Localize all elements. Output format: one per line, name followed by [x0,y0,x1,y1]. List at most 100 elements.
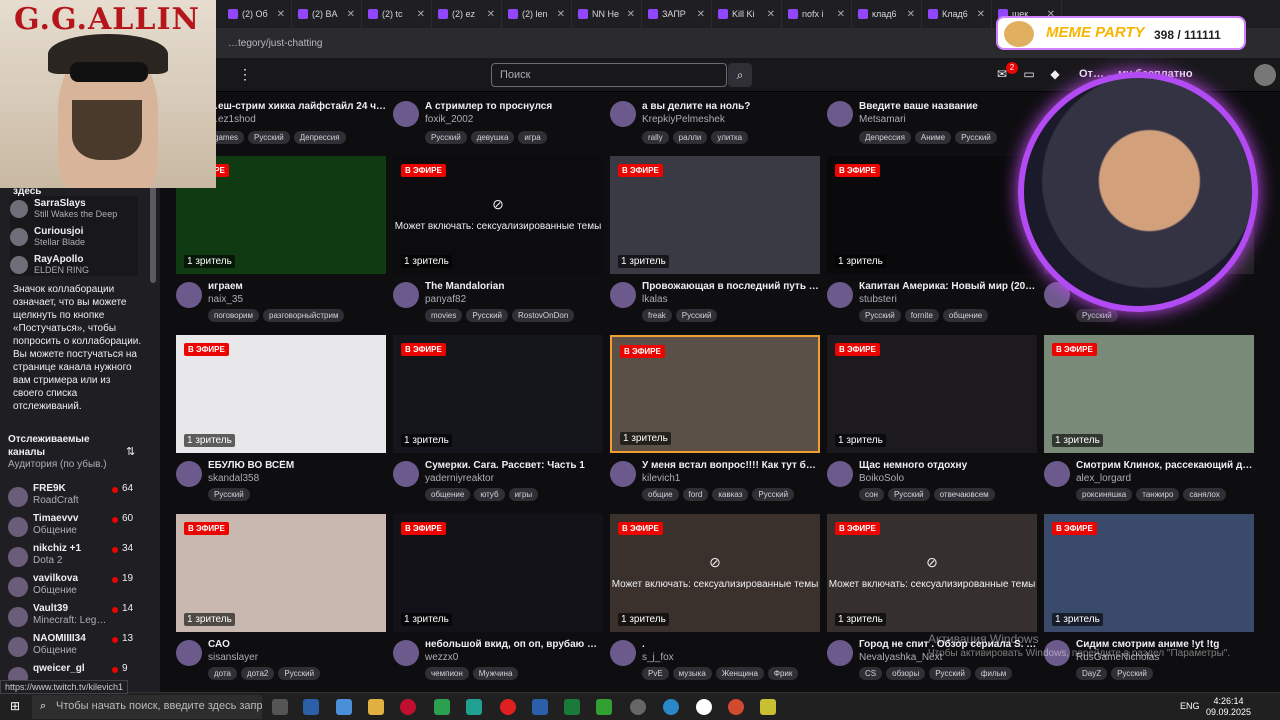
stream-title[interactable]: а вы делите на ноль? [642,101,820,112]
stream-title[interactable]: У меня встал вопрос!!!! Как тут быть? [642,460,820,471]
stream-tag[interactable]: ютуб [474,488,505,501]
stream-tag[interactable]: общение [425,488,471,501]
stream-tag[interactable]: Аниме [914,131,952,144]
channel-name[interactable]: BoikoSolo [859,473,904,484]
avatar[interactable] [827,282,853,308]
stream-tag[interactable]: Депрессия [859,131,911,144]
collab-item[interactable]: SarraSlays Still Wakes the Deep [10,198,117,219]
avatar[interactable] [393,640,419,666]
stream-tag[interactable]: санялох [1183,488,1226,501]
stream-card[interactable]: В ЭФИРЕ 1 зритель САО sisanslayer дота дота2 Р… [176,514,386,684]
stream-tag[interactable]: fornite [904,309,939,322]
stream-tag[interactable]: freak [642,309,672,322]
stream-tag[interactable]: кавказ [712,488,749,501]
close-icon[interactable]: ✕ [627,9,635,20]
stream-card[interactable]: Введите ваше название Metsamari Депрессия А… [827,92,1037,148]
stream-tag[interactable]: общие [642,488,679,501]
stream-thumbnail[interactable]: В ЭФИРЕ 1 зритель [176,335,386,453]
stream-tag[interactable]: роксиняшка [1076,488,1133,501]
stream-card[interactable]: В ЭФИРЕ 1 зритель Провожающая в последний … [610,156,820,326]
avatar[interactable] [610,282,636,308]
stream-tag[interactable]: Русский [887,488,930,501]
search-input[interactable]: Поиск [491,63,727,87]
excel-icon[interactable] [564,699,580,715]
channel-name[interactable]: Metsamari [859,114,906,125]
channel-name[interactable]: wezzx0 [425,652,458,663]
close-icon[interactable]: ✕ [417,9,425,20]
stream-title[interactable]: ЕБУЛЮ ВО ВСЁМ [208,460,386,471]
stream-title[interactable]: Щас немного отдохну [859,460,1037,471]
followed-channel[interactable]: Timaevvv Общение 60 [8,513,148,543]
clock[interactable]: 4:26:14 09.09.2025 [1206,696,1251,718]
app-icon[interactable] [596,699,612,715]
windows-start-icon[interactable]: ⊞ [10,699,20,713]
browser-tab[interactable]: Клад6 ✕ [922,0,992,28]
stream-thumbnail[interactable]: В ЭФИРЕ 1 зритель [393,335,603,453]
app-icon[interactable] [336,699,352,715]
word-icon[interactable] [532,699,548,715]
stream-tag[interactable]: Русский [208,488,250,501]
stream-tag[interactable]: movies [425,309,463,322]
stream-tag[interactable]: CS [859,667,883,680]
stream-title[interactable]: Провожающая в последний путь Фр… [642,281,820,292]
avatar[interactable] [393,101,419,127]
stream-title[interactable]: А стримлер то проснулся [425,101,603,112]
browser-tab[interactable]: (2) BA ✕ [292,0,362,28]
stream-card[interactable]: В ЭФИРЕ ⊘ Может включать: сексуализированн… [393,156,603,326]
avatar[interactable] [827,640,853,666]
stream-card[interactable]: А стримлер то проснулся foxik_2002 Русский… [393,92,603,148]
browser-tab[interactable]: клад6 ✕ [852,0,922,28]
close-icon[interactable]: ✕ [697,9,705,20]
stream-tag[interactable]: Русский [278,667,321,680]
stream-tag[interactable]: Женщина [715,667,764,680]
telegram-icon[interactable] [663,699,679,715]
stream-thumbnail[interactable]: В ЭФИРЕ 1 зритель [1044,335,1254,453]
avatar[interactable] [1044,461,1070,487]
yandex-icon[interactable] [696,699,712,715]
stream-thumbnail[interactable]: В ЭФИРЕ 1 зритель [827,335,1037,453]
stream-title[interactable]: …еш-стрим хикка лайфстайл 24 часа [208,101,386,112]
stream-tag[interactable]: PvE [642,667,669,680]
stream-title[interactable]: играем [208,281,386,292]
taskbar-search[interactable]: Чтобы начать поиск, введите здесь запрос [32,695,262,719]
channel-name[interactable]: yaderniyreaktor [425,473,494,484]
stream-thumbnail[interactable]: В ЭФИРЕ ⊘ Может включать: сексуализированн… [393,156,603,274]
channel-name[interactable]: lkalas [642,294,668,305]
search-button[interactable]: ⌕ [728,63,752,87]
browser-tab[interactable]: ЗАПР ✕ [642,0,712,28]
stream-tag[interactable]: Русский [466,309,509,322]
stream-title[interactable]: Капитан Америка: Новый мир (2025… [859,281,1037,292]
close-icon[interactable]: ✕ [767,9,775,20]
channel-name[interactable]: stubsteri [859,294,897,305]
stream-title[interactable]: The Mandalorian [425,281,603,292]
browser-tab[interactable]: (2) ez ✕ [432,0,502,28]
close-icon[interactable]: ✕ [977,9,985,20]
followed-channel[interactable]: vavilkova Общение 19 [8,573,148,603]
stream-title[interactable]: . [642,639,820,650]
stream-tag[interactable]: Русский [752,488,795,501]
collab-item[interactable]: Curiousjoi Stellar Blade [10,226,85,247]
stream-tag[interactable]: дота2 [240,667,275,680]
app-icon[interactable] [760,699,776,715]
stream-tag[interactable]: фильм [974,667,1013,680]
channel-name[interactable]: foxik_2002 [425,114,473,125]
stream-card[interactable]: В ЭФИРЕ 1 зритель Смотрим Клинок, рассекаю… [1044,335,1254,505]
opera-gx-icon[interactable] [500,699,516,715]
collab-item[interactable]: RayApollo ELDEN RING [10,254,89,275]
browser-tab[interactable]: nofx i ✕ [782,0,852,28]
stream-tag[interactable]: отвечаювсем [933,488,995,501]
whispers-icon[interactable]: ▭ [1021,67,1037,83]
stream-tag[interactable]: Депрессия [293,131,346,144]
avatar[interactable] [393,282,419,308]
stream-thumbnail[interactable]: В ЭФИРЕ ⊘ Может включать: сексуализированн… [610,514,820,632]
more-menu-icon[interactable]: ⋮ [238,66,252,83]
stream-card[interactable]: В ЭФИРЕ ⊘ Может включать: сексуализированн… [610,514,820,684]
app-icon[interactable] [466,699,482,715]
stream-tag[interactable]: общение [942,309,989,322]
avatar[interactable] [176,640,202,666]
close-icon[interactable]: ✕ [907,9,915,20]
user-avatar[interactable] [1254,64,1276,86]
stream-title[interactable]: небольшой вкид, оп оп, врубаю фил… [425,639,603,650]
channel-name[interactable]: naix_35 [208,294,243,305]
channel-name[interactable]: kilevich1 [642,473,680,484]
